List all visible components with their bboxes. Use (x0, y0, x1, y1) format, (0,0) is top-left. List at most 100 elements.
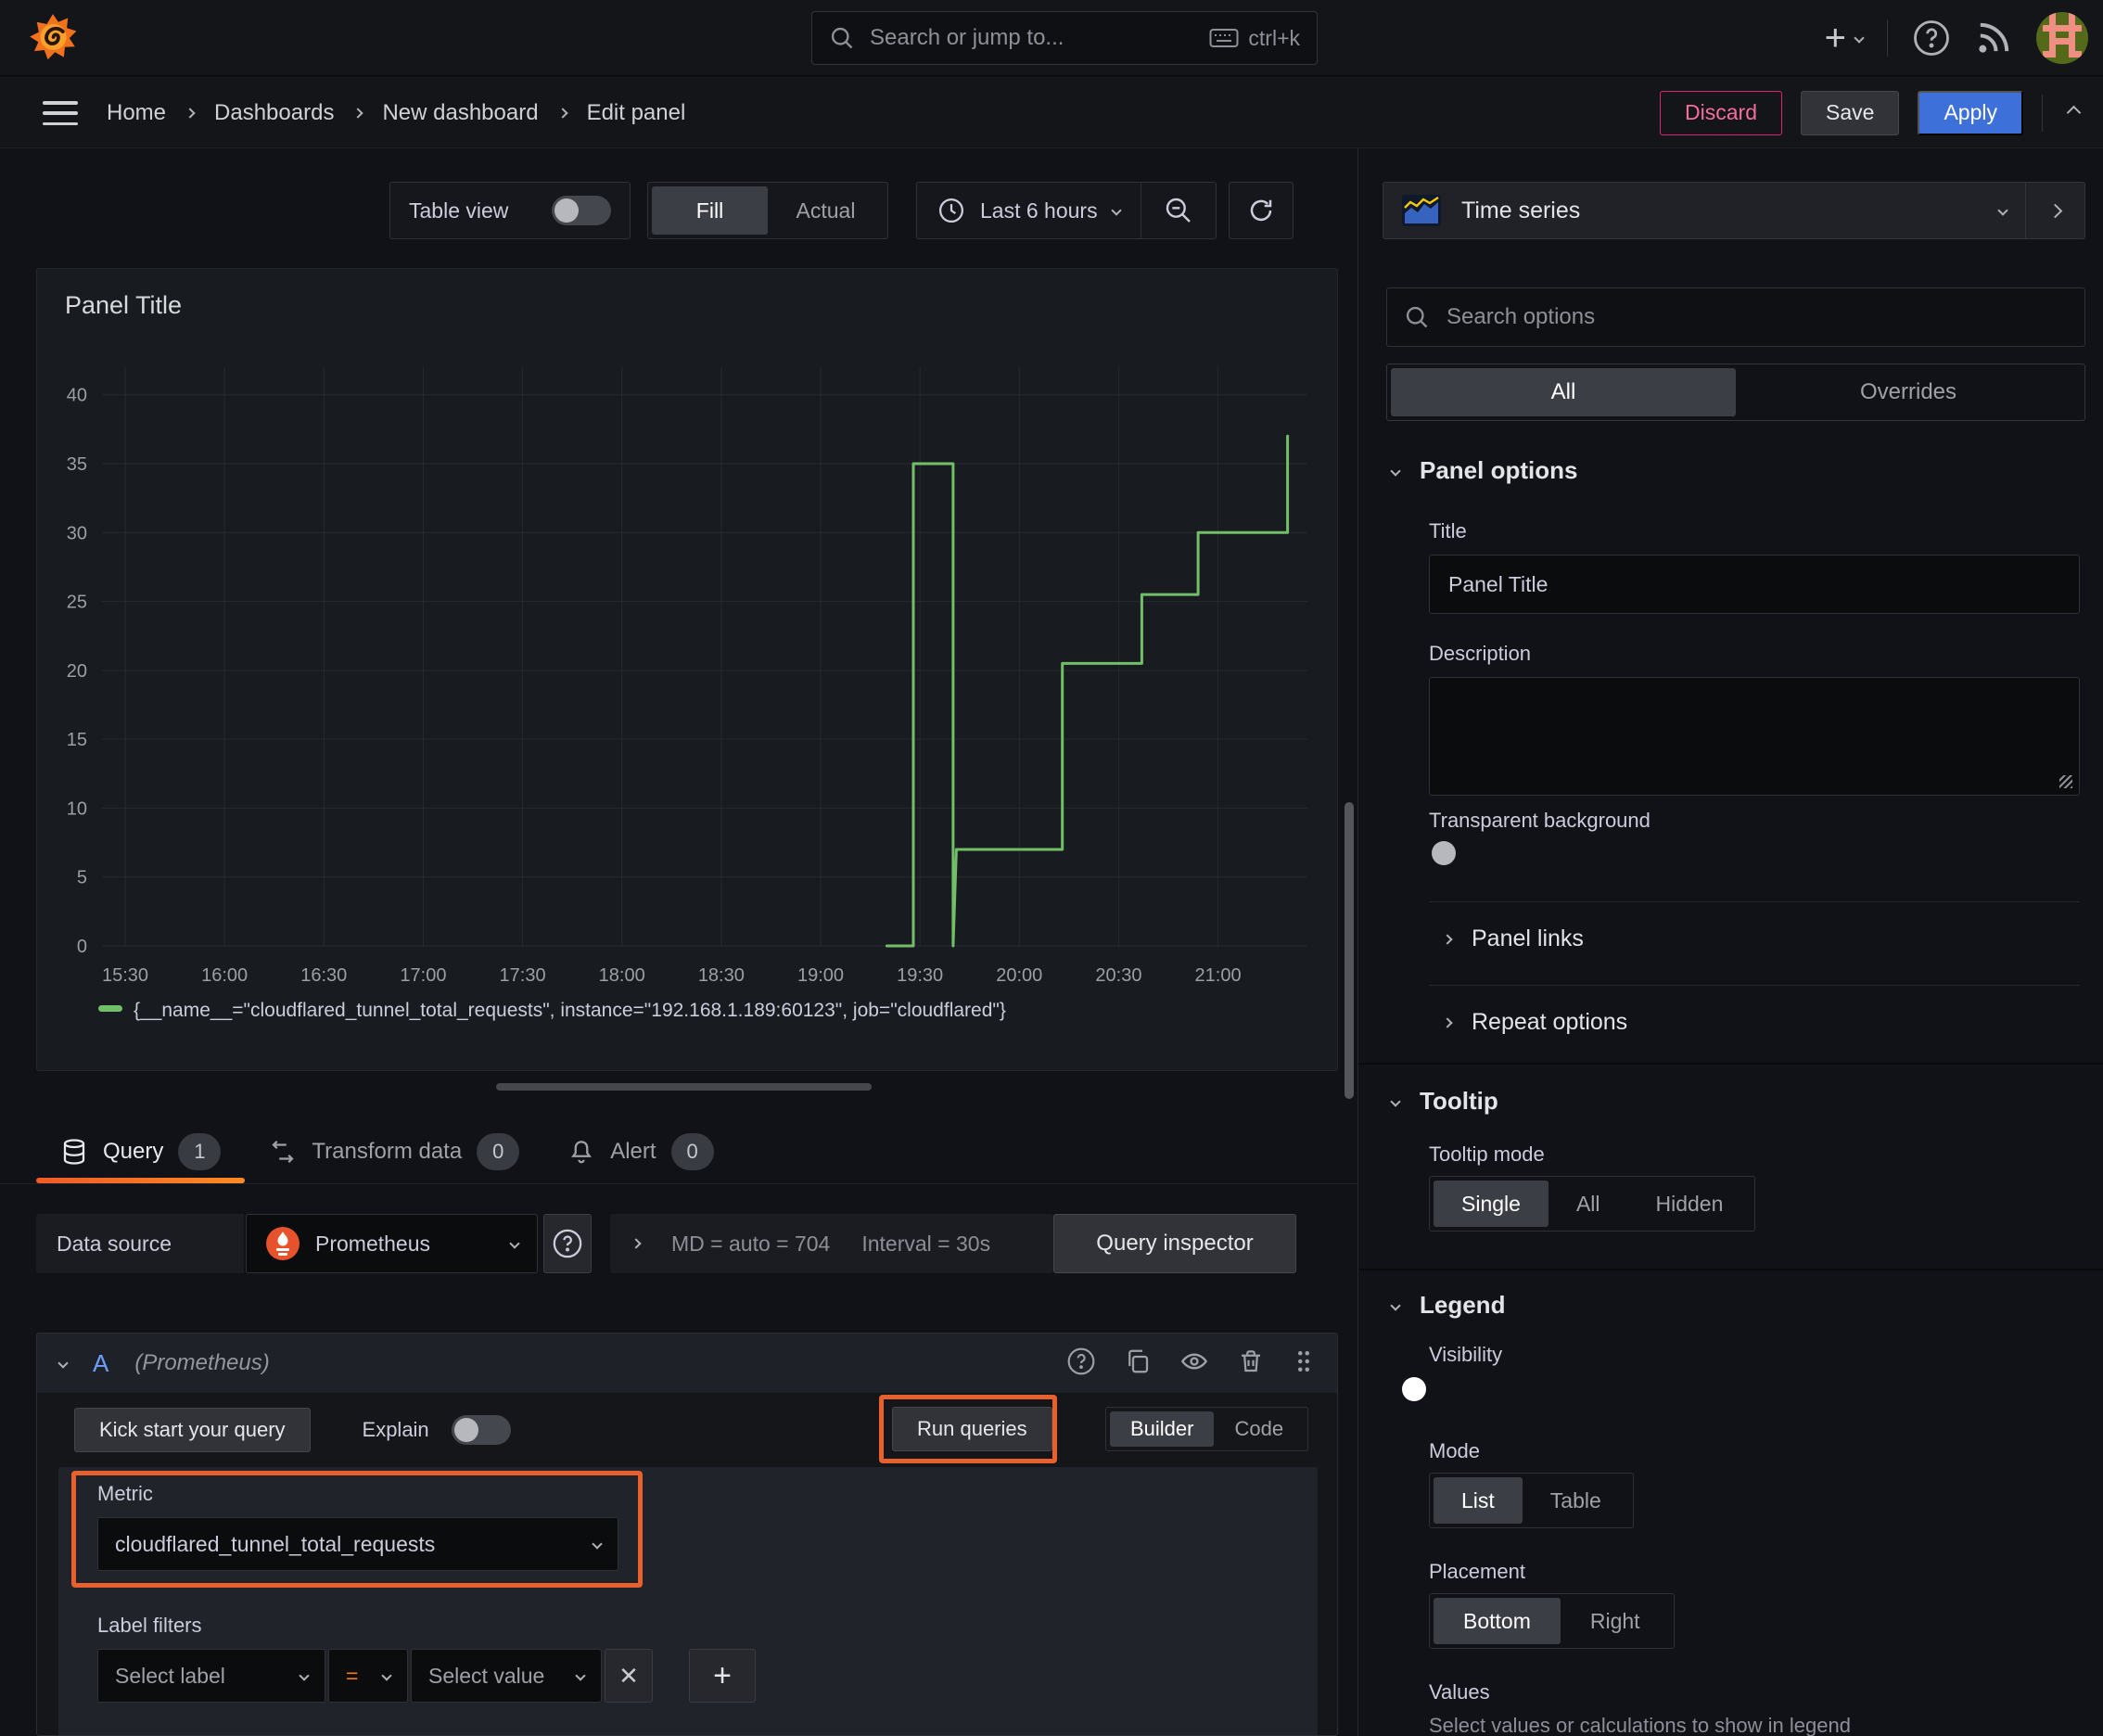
disable-query-button[interactable] (1179, 1347, 1209, 1381)
tooltip-mode-single[interactable]: Single (1434, 1181, 1549, 1227)
table-view-toggle[interactable] (552, 196, 611, 225)
help-circle-icon (553, 1229, 582, 1258)
user-avatar[interactable] (2036, 12, 2088, 64)
grafana-logo-icon[interactable] (28, 12, 78, 67)
query-builder-body: Metric cloudflared_tunnel_total_requests… (58, 1467, 1318, 1735)
select-label-dropdown[interactable]: Select label (97, 1649, 325, 1703)
delete-query-button[interactable] (1237, 1347, 1265, 1380)
visualization-picker[interactable]: Time series (1383, 182, 2026, 239)
chevron-right-icon (556, 107, 568, 119)
apply-button[interactable]: Apply (1918, 90, 2023, 135)
chevron-down-icon (592, 1538, 603, 1550)
legend-placement-bottom[interactable]: Bottom (1434, 1598, 1561, 1644)
fill-option[interactable]: Fill (652, 186, 768, 235)
svg-text:0: 0 (77, 937, 87, 957)
datasource-help-button[interactable] (543, 1214, 592, 1273)
svg-text:35: 35 (67, 454, 87, 475)
query-row-card: A (Prometheus) Kick start your query Exp… (36, 1333, 1338, 1736)
category-divider (1358, 1063, 2103, 1065)
keyboard-shortcut-hint: ctrl+k (1209, 26, 1300, 51)
add-menu-button[interactable]: + (1825, 19, 1865, 57)
tooltip-mode-hidden[interactable]: Hidden (1628, 1181, 1752, 1227)
description-textarea[interactable] (1429, 677, 2080, 796)
chevron-right-icon (2047, 203, 2063, 218)
grafana-edit-panel-window: ctrl+k + (0, 0, 2103, 1736)
avatar-image (2036, 12, 2088, 64)
tab-query[interactable]: Query 1 (36, 1120, 246, 1183)
legend-placement-switch: Bottom Right (1429, 1593, 1675, 1649)
rss-icon (1979, 22, 2009, 53)
panel-title-input[interactable] (1429, 555, 2080, 614)
svg-text:17:30: 17:30 (500, 965, 546, 986)
textarea-resize-handle[interactable] (2059, 775, 2072, 788)
main-scrollbar[interactable] (1345, 802, 1354, 1099)
duplicate-query-button[interactable] (1124, 1347, 1152, 1380)
remove-filter-button[interactable]: ✕ (605, 1649, 653, 1703)
panel-options-title: Panel options (1420, 456, 1578, 484)
repeat-options-header[interactable]: Repeat options (1442, 1009, 1627, 1036)
chevron-right-icon (185, 107, 196, 119)
refresh-button[interactable] (1228, 182, 1294, 239)
query-help-button[interactable] (1066, 1347, 1096, 1381)
tab-alert[interactable]: Alert 0 (543, 1120, 737, 1183)
code-option[interactable]: Code (1214, 1411, 1304, 1447)
panel-preview-card[interactable]: Panel Title 0 5 10 15 20 25 30 35 40 15:30 16:00 16:… (36, 268, 1338, 1071)
tab-all[interactable]: All (1391, 368, 1736, 416)
query-ref-id: A (93, 1348, 109, 1377)
discard-button[interactable]: Discard (1660, 90, 1783, 135)
options-search-input[interactable] (1445, 303, 2068, 331)
breadcrumb-edit-panel: Edit panel (586, 99, 686, 125)
legend-mode-table[interactable]: Table (1523, 1477, 1629, 1524)
legend-header[interactable]: Legend (1390, 1291, 1505, 1320)
add-filter-button[interactable]: + (689, 1649, 756, 1703)
options-search[interactable] (1386, 287, 2085, 347)
search-input[interactable] (868, 24, 1197, 52)
table-view-label: Table view (409, 198, 509, 223)
run-queries-button[interactable]: Run queries (892, 1407, 1052, 1451)
zoom-out-button[interactable] (1141, 196, 1216, 225)
breadcrumb-new-dashboard[interactable]: New dashboard (382, 100, 538, 126)
panel-options-header[interactable]: Panel options (1390, 456, 1578, 485)
operator-dropdown[interactable]: = (328, 1649, 408, 1703)
select-value-dropdown[interactable]: Select value (411, 1649, 602, 1703)
tooltip-header[interactable]: Tooltip (1390, 1087, 1498, 1116)
chevron-down-icon (1110, 205, 1122, 216)
toggle-viz-suggestions-button[interactable] (2026, 182, 2085, 239)
menu-toggle-button[interactable] (43, 101, 78, 125)
panel-resize-handle[interactable] (496, 1083, 872, 1091)
kick-start-button[interactable]: Kick start your query (74, 1408, 311, 1452)
save-button[interactable]: Save (1801, 90, 1900, 135)
collapse-header-button[interactable] (2066, 105, 2082, 121)
tab-transform[interactable]: Transform data 0 (245, 1120, 543, 1183)
tab-overrides[interactable]: Overrides (1736, 368, 2081, 416)
breadcrumb-dashboards[interactable]: Dashboards (214, 100, 334, 126)
collapse-query-icon (57, 1358, 69, 1369)
tooltip-mode-all[interactable]: All (1549, 1181, 1628, 1227)
panel-links-header[interactable]: Panel links (1442, 925, 1584, 952)
chevron-down-icon (1854, 32, 1865, 44)
drag-query-handle[interactable] (1293, 1347, 1315, 1380)
query-options-summary[interactable]: MD = auto = 704 Interval = 30s (610, 1214, 1053, 1273)
explain-toggle[interactable] (451, 1415, 511, 1445)
query-inspector-button[interactable]: Query inspector (1053, 1214, 1296, 1273)
chevron-right-icon (1442, 1016, 1453, 1028)
chevron-down-icon (509, 1238, 520, 1249)
metric-select[interactable]: cloudflared_tunnel_total_requests (97, 1517, 618, 1571)
svg-text:10: 10 (67, 798, 87, 819)
time-range-picker[interactable]: Last 6 hours (917, 197, 1141, 224)
query-row-header[interactable]: A (Prometheus) (37, 1334, 1337, 1393)
legend-mode-list[interactable]: List (1434, 1477, 1523, 1524)
news-button[interactable] (1975, 19, 2012, 57)
help-button[interactable] (1912, 19, 1951, 57)
actual-option[interactable]: Actual (768, 186, 884, 235)
svg-text:18:00: 18:00 (599, 965, 645, 986)
datasource-picker[interactable]: Prometheus (246, 1214, 538, 1273)
legend-placement-right[interactable]: Right (1561, 1598, 1670, 1644)
global-search[interactable]: ctrl+k (811, 11, 1318, 65)
explain-label: Explain (362, 1418, 429, 1441)
breadcrumb-home[interactable]: Home (107, 100, 166, 126)
label-filter-row: Select label = Select value ✕ + (97, 1649, 756, 1703)
svg-text:15:30: 15:30 (102, 965, 148, 986)
builder-option[interactable]: Builder (1110, 1411, 1215, 1447)
refresh-icon (1250, 199, 1271, 222)
